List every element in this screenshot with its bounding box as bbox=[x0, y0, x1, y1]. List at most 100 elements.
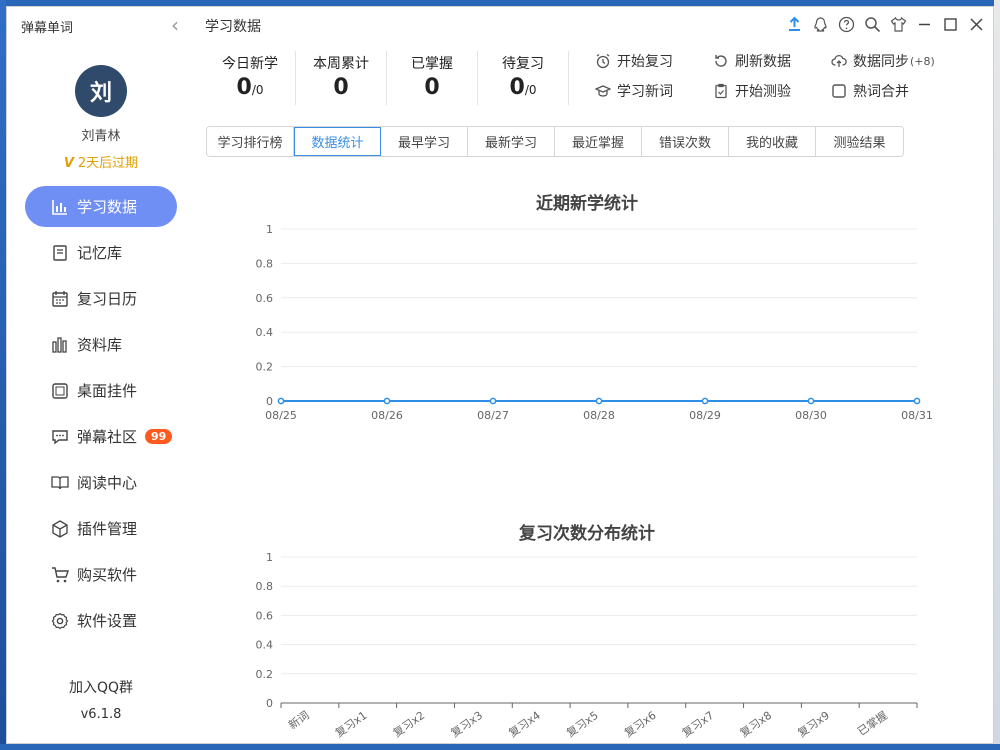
chat-bubble-icon bbox=[51, 428, 69, 446]
sidebar-item-label: 弹幕社区 bbox=[77, 428, 138, 446]
gear-icon bbox=[51, 612, 69, 630]
sidebar-nav: 学习数据 记忆库 复习日历 资料库 桌面挂件 弹幕社区 99 阅读中心 插件管理… bbox=[25, 186, 177, 646]
skin-shirt-icon[interactable] bbox=[887, 13, 909, 35]
bar-chart-svg: 0 0.2 0.4 0.6 0.8 1 新词 复习x1 复习x2 复习x3 复习x4 复习x5 复习x6… bbox=[256, 551, 918, 740]
stat-week-total: 本周累计 0 bbox=[296, 51, 387, 105]
tab-data-statistics[interactable]: 数据统计 bbox=[294, 127, 381, 156]
x-tick-label: 08/27 bbox=[477, 409, 509, 422]
y-tick-label: 0 bbox=[266, 395, 273, 408]
widget-icon bbox=[51, 382, 69, 400]
x-tick-label: 复习x4 bbox=[506, 708, 543, 740]
y-tick-label: 0.6 bbox=[256, 609, 274, 622]
sidebar-item-label: 软件设置 bbox=[77, 612, 138, 630]
sidebar-item-calendar[interactable]: 复习日历 bbox=[25, 278, 177, 319]
stat-label: 本周累计 bbox=[313, 56, 369, 72]
x-tick-label: 08/29 bbox=[689, 409, 721, 422]
tab-recently-mastered[interactable]: 最近掌握 bbox=[555, 127, 642, 156]
sidebar-item-community[interactable]: 弹幕社区 99 bbox=[25, 416, 177, 457]
page-title: 学习数据 bbox=[205, 19, 261, 35]
minimize-icon[interactable] bbox=[913, 13, 935, 35]
tab-favorites[interactable]: 我的收藏 bbox=[729, 127, 816, 156]
desktop-background-bottom bbox=[0, 744, 1000, 750]
data-point bbox=[489, 397, 497, 405]
titlebar-controls bbox=[783, 13, 987, 35]
action-buttons: 开始复习 刷新数据 数据同步 (+8) 学习新词 开始测验 熟词合并 bbox=[595, 51, 949, 101]
x-tick-label: 新词 bbox=[286, 708, 312, 732]
y-tick-label: 0.2 bbox=[256, 361, 274, 374]
search-icon[interactable] bbox=[861, 13, 883, 35]
x-tick-label: 复习x2 bbox=[390, 708, 427, 740]
sidebar-item-plugins[interactable]: 插件管理 bbox=[25, 508, 177, 549]
sidebar-item-buy[interactable]: 购买软件 bbox=[25, 554, 177, 595]
start-test-button[interactable]: 开始测验 bbox=[713, 81, 831, 101]
collapse-sidebar-icon[interactable]: ‹ bbox=[171, 13, 179, 37]
sidebar-item-label: 学习数据 bbox=[77, 198, 138, 216]
learn-new-words-button[interactable]: 学习新词 bbox=[595, 81, 713, 101]
stat-value: 0/0 bbox=[236, 75, 264, 100]
sidebar-item-label: 阅读中心 bbox=[77, 474, 138, 492]
tab-error-count[interactable]: 错误次数 bbox=[642, 127, 729, 156]
app-window: 弹幕单词 ‹ 刘 刘青林 V 2天后过期 学习数据 记忆库 复习日历 资料库 桌… bbox=[6, 6, 994, 744]
sidebar-item-label: 资料库 bbox=[77, 336, 123, 354]
refresh-data-button[interactable]: 刷新数据 bbox=[713, 51, 831, 71]
stats-summary: 今日新学 0/0 本周累计 0 已掌握 0 待复习 0/0 bbox=[205, 51, 569, 105]
bar-chart-icon bbox=[51, 198, 69, 216]
x-tick-label: 复习x1 bbox=[332, 708, 369, 740]
upload-icon[interactable] bbox=[783, 13, 805, 35]
data-point bbox=[913, 397, 921, 405]
tab-latest-learned[interactable]: 最新学习 bbox=[468, 127, 555, 156]
start-review-button[interactable]: 开始复习 bbox=[595, 51, 713, 71]
sidebar-item-label: 桌面挂件 bbox=[77, 382, 138, 400]
y-tick-label: 0.8 bbox=[256, 257, 274, 270]
cart-icon bbox=[51, 566, 69, 584]
y-tick-label: 0.2 bbox=[256, 668, 274, 681]
sidebar-item-label: 插件管理 bbox=[77, 520, 138, 538]
stat-value: 0/0 bbox=[509, 75, 537, 100]
close-icon[interactable] bbox=[965, 13, 987, 35]
chart-title: 复习次数分布统计 bbox=[519, 524, 655, 544]
expire-text: 2天后过期 bbox=[77, 156, 139, 171]
stat-label: 已掌握 bbox=[411, 56, 453, 72]
graduation-cap-icon bbox=[595, 85, 611, 97]
x-tick-label: 08/26 bbox=[371, 409, 403, 422]
tab-ranking[interactable]: 学习排行榜 bbox=[207, 127, 294, 156]
stat-mastered: 已掌握 0 bbox=[387, 51, 478, 105]
maximize-icon[interactable] bbox=[939, 13, 961, 35]
membership-expire[interactable]: V 2天后过期 bbox=[7, 152, 195, 171]
x-tick-label: 复习x8 bbox=[737, 708, 774, 740]
stat-label: 待复习 bbox=[502, 56, 544, 72]
sidebar-item-desktop-widget[interactable]: 桌面挂件 bbox=[25, 370, 177, 411]
sidebar-item-settings[interactable]: 软件设置 bbox=[25, 600, 177, 641]
sidebar-item-label: 记忆库 bbox=[77, 244, 123, 262]
tab-test-results[interactable]: 测验结果 bbox=[816, 127, 903, 156]
x-tick-label: 复习x3 bbox=[448, 708, 485, 740]
app-title: 弹幕单词 bbox=[21, 21, 74, 36]
data-point bbox=[383, 397, 391, 405]
stat-label: 今日新学 bbox=[222, 56, 278, 72]
sidebar-item-reading[interactable]: 阅读中心 bbox=[25, 462, 177, 503]
sidebar-item-memory[interactable]: 记忆库 bbox=[25, 232, 177, 273]
library-icon bbox=[51, 336, 69, 354]
y-tick-label: 0.4 bbox=[256, 326, 274, 339]
help-icon[interactable] bbox=[835, 13, 857, 35]
avatar[interactable]: 刘 bbox=[75, 65, 127, 117]
memory-book-icon bbox=[51, 244, 69, 262]
sidebar-item-study-data[interactable]: 学习数据 bbox=[25, 186, 177, 227]
x-tick-label: 08/31 bbox=[901, 409, 933, 422]
alarm-clock-icon bbox=[596, 53, 610, 69]
vip-icon: V bbox=[63, 156, 74, 171]
sidebar-item-library[interactable]: 资料库 bbox=[25, 324, 177, 365]
merge-familiar-words-button[interactable]: 熟词合并 bbox=[831, 81, 949, 101]
x-tick-label: 08/25 bbox=[265, 409, 297, 422]
chart-review-distribution: 复习次数分布统计 0 0.2 0.4 0.6 0.8 1 新词 复习x1 复习x2 复习x3 复习x… bbox=[237, 515, 937, 743]
chart-recent-new: 近期新学统计 0 0.2 0.4 0.6 0.8 1 08/25 08/26 08/27 08/2… bbox=[237, 185, 937, 447]
data-sync-button[interactable]: 数据同步 (+8) bbox=[831, 51, 949, 71]
data-point bbox=[701, 397, 709, 405]
x-tick-label: 复习x7 bbox=[679, 708, 716, 740]
qq-icon[interactable] bbox=[809, 13, 831, 35]
sidebar-item-label: 购买软件 bbox=[77, 566, 138, 584]
join-qq-group-link[interactable]: 加入QQ群 bbox=[7, 677, 195, 697]
y-tick-label: 0.6 bbox=[256, 292, 274, 305]
tab-earliest-learned[interactable]: 最早学习 bbox=[381, 127, 468, 156]
y-tick-label: 0.8 bbox=[256, 580, 274, 593]
